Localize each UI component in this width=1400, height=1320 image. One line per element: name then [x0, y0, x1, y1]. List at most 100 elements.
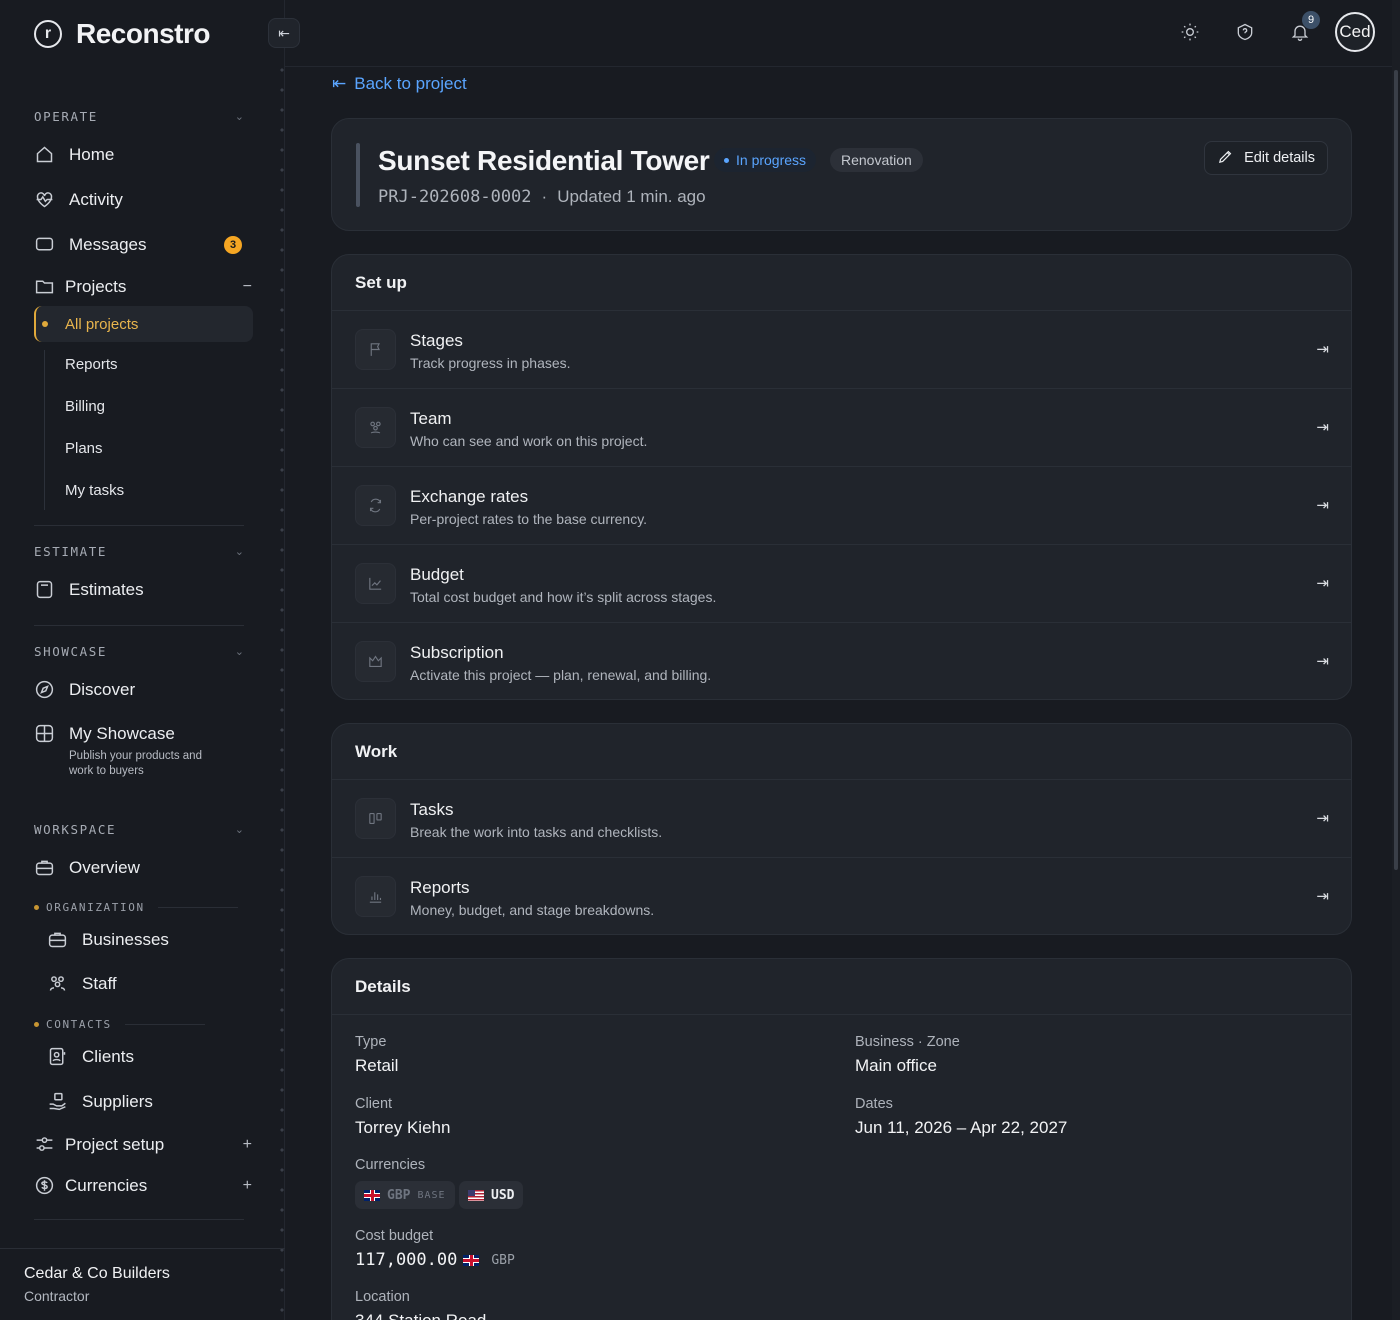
work-card: Work Tasks Break the work into tasks and… — [331, 723, 1352, 935]
section-workspace[interactable]: WORKSPACE ⌄ — [34, 822, 244, 837]
sidebar-item-currencies[interactable]: Currencies + — [34, 1175, 254, 1196]
expand-plus-icon[interactable]: + — [243, 1177, 252, 1195]
brand-name: Reconstro — [76, 18, 210, 49]
sidebar-item-discover[interactable]: Discover — [34, 679, 254, 700]
sliders-icon — [34, 1134, 55, 1155]
crown-icon — [355, 641, 396, 682]
details-card: Details Type Retail Business · Zone Main… — [331, 958, 1352, 1320]
organization-switcher[interactable]: Cedar & Co Builders Contractor — [0, 1248, 285, 1320]
project-code: PRJ-202608-0002 — [378, 187, 532, 207]
setup-row-subscription[interactable]: Subscription Activate this project — pla… — [332, 623, 1351, 701]
sidebar-item-clients[interactable]: Clients — [47, 1046, 267, 1067]
arrow-right-bar-icon: ⇥ — [1316, 497, 1329, 514]
group-dot-icon — [34, 905, 39, 910]
currency-chip-gbp: GBP BASE — [355, 1181, 455, 1209]
organization-name: Cedar & Co Builders — [24, 1265, 170, 1282]
sidebar-item-all-projects[interactable]: All projects — [34, 306, 253, 342]
contact-card-icon — [47, 1046, 68, 1067]
subnav-line — [44, 350, 45, 510]
chevron-down-icon: ⌄ — [234, 646, 244, 658]
arrow-left-bar-icon: ⇤ — [332, 74, 347, 93]
theme-sun-icon[interactable] — [1180, 22, 1200, 42]
edit-details-button[interactable]: Edit details — [1204, 141, 1328, 175]
setup-heading: Set up — [332, 255, 1351, 311]
home-icon — [34, 144, 55, 165]
location-label: Location — [355, 1289, 410, 1305]
expand-plus-icon[interactable]: + — [243, 1136, 252, 1154]
sidebar-item-my-tasks[interactable]: My tasks — [65, 482, 124, 499]
sidebar-item-messages[interactable]: Messages 3 — [34, 234, 254, 255]
chat-icon — [34, 234, 55, 255]
work-row-tasks[interactable]: Tasks Break the work into tasks and chec… — [332, 780, 1351, 858]
sidebar-item-projects[interactable]: Projects − — [34, 276, 254, 297]
divider — [34, 625, 244, 626]
notification-count-badge: 9 — [1302, 11, 1320, 29]
calculator-icon — [34, 579, 55, 600]
hand-package-icon — [47, 1091, 68, 1112]
page-scrollbar[interactable] — [1392, 0, 1400, 1320]
arrow-right-bar-icon: ⇥ — [1316, 653, 1329, 670]
chevron-down-icon: ⌄ — [234, 546, 244, 558]
arrow-right-bar-icon: ⇥ — [1316, 341, 1329, 358]
setup-row-team[interactable]: Team Who can see and work on this projec… — [332, 389, 1351, 467]
showcase-grid-icon — [34, 723, 55, 744]
page-title: Sunset Residential Tower — [378, 145, 710, 176]
setup-row-stages[interactable]: Stages Track progress in phases. ⇥ — [332, 311, 1351, 389]
divider — [34, 1219, 244, 1220]
sidebar-item-activity[interactable]: Activity — [34, 189, 254, 210]
sidebar-item-project-setup[interactable]: Project setup + — [34, 1134, 254, 1155]
section-estimate[interactable]: ESTIMATE ⌄ — [34, 544, 244, 559]
bar-chart-icon — [355, 876, 396, 917]
sidebar-resize-handle[interactable] — [279, 60, 285, 1320]
organization-role: Contractor — [24, 1288, 90, 1304]
setup-row-budget[interactable]: Budget Total cost budget and how it’s sp… — [332, 545, 1351, 623]
sidebar-item-home[interactable]: Home — [34, 144, 254, 165]
cost-budget-value: 117,000.00 GBP — [355, 1250, 515, 1270]
chart-line-icon — [355, 563, 396, 604]
project-header-card: Sunset Residential Tower In progress Ren… — [331, 118, 1352, 231]
messages-count-badge: 3 — [224, 235, 242, 254]
back-to-project-link[interactable]: ⇤ Back to project — [332, 74, 467, 94]
sidebar-item-suppliers[interactable]: Suppliers — [47, 1091, 267, 1112]
uk-flag-icon — [463, 1254, 480, 1266]
accent-bar — [356, 143, 360, 207]
refresh-icon — [355, 485, 396, 526]
sidebar-item-my-showcase[interactable]: My Showcase — [34, 723, 254, 744]
client-label: Client — [355, 1096, 393, 1112]
sidebar-item-billing[interactable]: Billing — [65, 398, 105, 415]
sidebar-item-staff[interactable]: Staff — [47, 973, 267, 994]
section-showcase[interactable]: SHOWCASE ⌄ — [34, 644, 244, 659]
topbar: 9 Ced — [285, 0, 1400, 67]
section-operate[interactable]: OPERATE ⌄ — [34, 109, 244, 124]
sidebar-item-reports[interactable]: Reports — [65, 356, 118, 373]
people-icon — [47, 973, 68, 994]
us-flag-icon — [468, 1189, 484, 1201]
team-icon — [355, 407, 396, 448]
chevron-down-icon: ⌄ — [234, 824, 244, 836]
brand[interactable]: r Reconstro — [34, 18, 210, 50]
currencies-label: Currencies — [355, 1157, 426, 1173]
collapse-sidebar-button[interactable]: ⇤ — [268, 18, 300, 48]
cost-budget-label: Cost budget — [355, 1228, 434, 1244]
collapse-minus-icon[interactable]: − — [243, 278, 252, 296]
sidebar-item-plans[interactable]: Plans — [65, 440, 103, 457]
business-zone-value: Main office — [855, 1056, 937, 1075]
active-dot-icon — [42, 321, 48, 327]
sidebar-item-estimates[interactable]: Estimates — [34, 579, 254, 600]
dates-label: Dates — [855, 1096, 893, 1112]
avatar[interactable]: Ced — [1335, 12, 1375, 52]
scrollbar-thumb[interactable] — [1394, 70, 1398, 870]
arrow-right-bar-icon: ⇥ — [1316, 419, 1329, 436]
flag-icon — [355, 329, 396, 370]
setup-card: Set up Stages Track progress in phases. … — [331, 254, 1352, 700]
kanban-icon — [355, 798, 396, 839]
sidebar-item-businesses[interactable]: Businesses — [47, 929, 267, 950]
details-heading: Details — [332, 959, 1351, 1015]
setup-row-exchange-rates[interactable]: Exchange rates Per-project rates to the … — [332, 467, 1351, 545]
arrow-right-bar-icon: ⇥ — [1316, 810, 1329, 827]
work-row-reports[interactable]: Reports Money, budget, and stage breakdo… — [332, 858, 1351, 936]
help-icon[interactable] — [1235, 22, 1255, 42]
base-tag: BASE — [417, 1189, 446, 1201]
sidebar-item-overview[interactable]: Overview — [34, 857, 254, 878]
compass-icon — [34, 679, 55, 700]
